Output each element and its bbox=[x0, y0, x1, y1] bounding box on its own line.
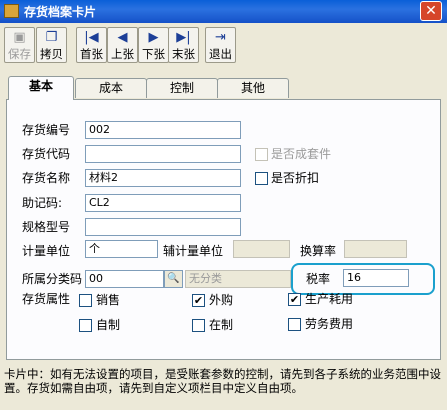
labor-checkbox[interactable] bbox=[288, 318, 301, 331]
wip-checkbox[interactable] bbox=[192, 319, 205, 332]
category-label: 所属分类码 bbox=[22, 272, 83, 286]
tab-cost[interactable]: 成本 bbox=[75, 78, 147, 98]
self-made-checkbox[interactable] bbox=[79, 319, 92, 332]
rate-input[interactable] bbox=[344, 240, 407, 258]
spec-input[interactable] bbox=[85, 218, 241, 236]
category-input[interactable]: 00 bbox=[85, 270, 164, 288]
window-title: 存货档案卡片 bbox=[24, 5, 97, 19]
alias-label: 存货代码 bbox=[22, 147, 71, 161]
mnemonic-label: 助记码: bbox=[22, 196, 63, 210]
production-checkbox[interactable]: ✔ bbox=[288, 293, 301, 306]
title-bar: 存货档案卡片 ✕ bbox=[0, 0, 447, 23]
close-button[interactable]: ✕ bbox=[420, 1, 442, 21]
copy-button[interactable]: ❐ 拷贝 bbox=[36, 27, 67, 63]
sale-label: 销售 bbox=[96, 293, 121, 307]
save-button[interactable]: ▣ 保存 bbox=[4, 27, 35, 63]
kit-label: 是否成套件 bbox=[271, 147, 332, 161]
next-icon: ▶ bbox=[148, 30, 159, 45]
next-button[interactable]: ▶ 下张 bbox=[138, 27, 169, 63]
last-button[interactable]: ▶| 末张 bbox=[168, 27, 199, 63]
first-icon: |◀ bbox=[84, 30, 99, 45]
footer-hint: 卡片中：如有无法设置的项目，是受账套参数的控制，请先到各子系统的业务范围中设置。… bbox=[4, 367, 441, 395]
prev-button[interactable]: ◀ 上张 bbox=[107, 27, 138, 63]
attr-label: 存货属性 bbox=[22, 292, 71, 306]
self-made-label: 自制 bbox=[96, 318, 121, 332]
prev-icon: ◀ bbox=[117, 30, 128, 45]
code-label: 存货编号 bbox=[22, 123, 71, 137]
tab-control[interactable]: 控制 bbox=[146, 78, 218, 98]
alias-input[interactable] bbox=[85, 145, 241, 163]
sale-checkbox[interactable] bbox=[79, 294, 92, 307]
lookup-icon[interactable]: 🔍 bbox=[164, 270, 183, 288]
tab-other[interactable]: 其他 bbox=[217, 78, 289, 98]
labor-label: 劳务费用 bbox=[305, 317, 354, 331]
copy-icon: ❐ bbox=[45, 30, 58, 45]
aux-unit-label: 辅计量单位 bbox=[163, 244, 224, 258]
name-input[interactable]: 材料2 bbox=[85, 169, 241, 187]
code-input[interactable]: 002 bbox=[85, 121, 241, 139]
purchase-label: 外购 bbox=[209, 293, 234, 307]
exit-button[interactable]: ⇥ 退出 bbox=[205, 27, 236, 63]
first-button[interactable]: |◀ 首张 bbox=[76, 27, 107, 63]
save-icon: ▣ bbox=[13, 30, 26, 45]
unit-input[interactable]: 个 bbox=[85, 240, 158, 258]
aux-unit-input[interactable] bbox=[233, 240, 290, 258]
purchase-checkbox[interactable]: ✔ bbox=[192, 294, 205, 307]
mnemonic-input[interactable]: CL2 bbox=[85, 194, 241, 212]
exit-icon: ⇥ bbox=[215, 30, 226, 45]
wip-label: 在制 bbox=[209, 318, 234, 332]
rate-label: 换算率 bbox=[300, 244, 337, 258]
app-icon bbox=[4, 4, 19, 18]
kit-checkbox[interactable] bbox=[255, 148, 268, 161]
spec-label: 规格型号 bbox=[22, 220, 71, 234]
discount-checkbox[interactable] bbox=[255, 172, 268, 185]
discount-label: 是否折扣 bbox=[271, 171, 320, 185]
name-label: 存货名称 bbox=[22, 171, 71, 185]
category-name-display: 无分类 bbox=[185, 270, 291, 288]
tab-basic[interactable]: 基本 bbox=[8, 76, 74, 100]
unit-label: 计量单位 bbox=[22, 244, 71, 258]
last-icon: ▶| bbox=[176, 30, 191, 45]
production-label: 生产耗用 bbox=[305, 292, 354, 306]
